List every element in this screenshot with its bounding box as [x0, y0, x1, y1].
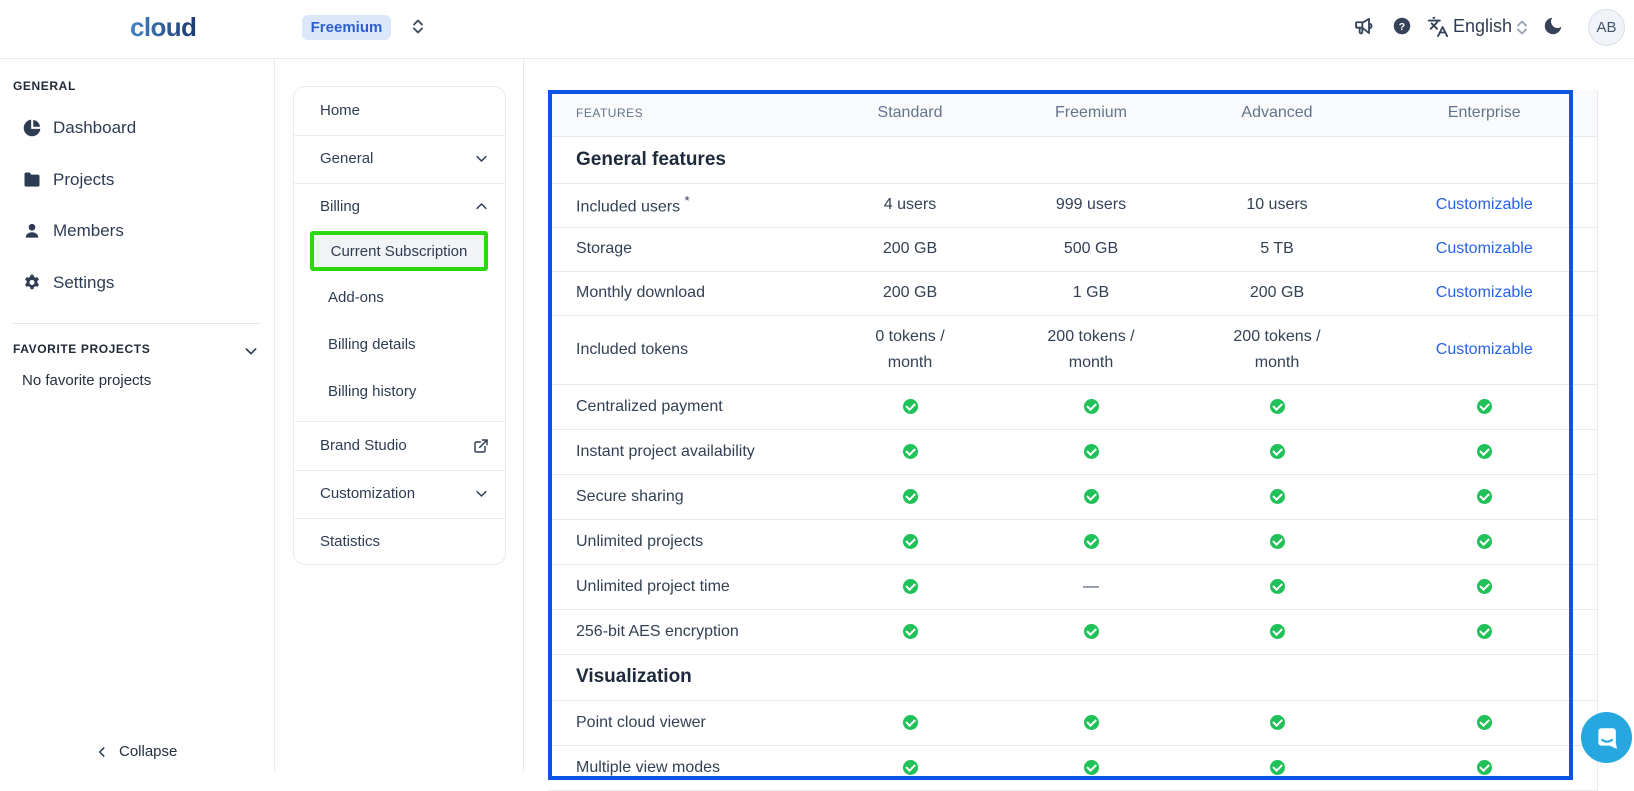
svg-text:?: ?	[1399, 21, 1405, 33]
